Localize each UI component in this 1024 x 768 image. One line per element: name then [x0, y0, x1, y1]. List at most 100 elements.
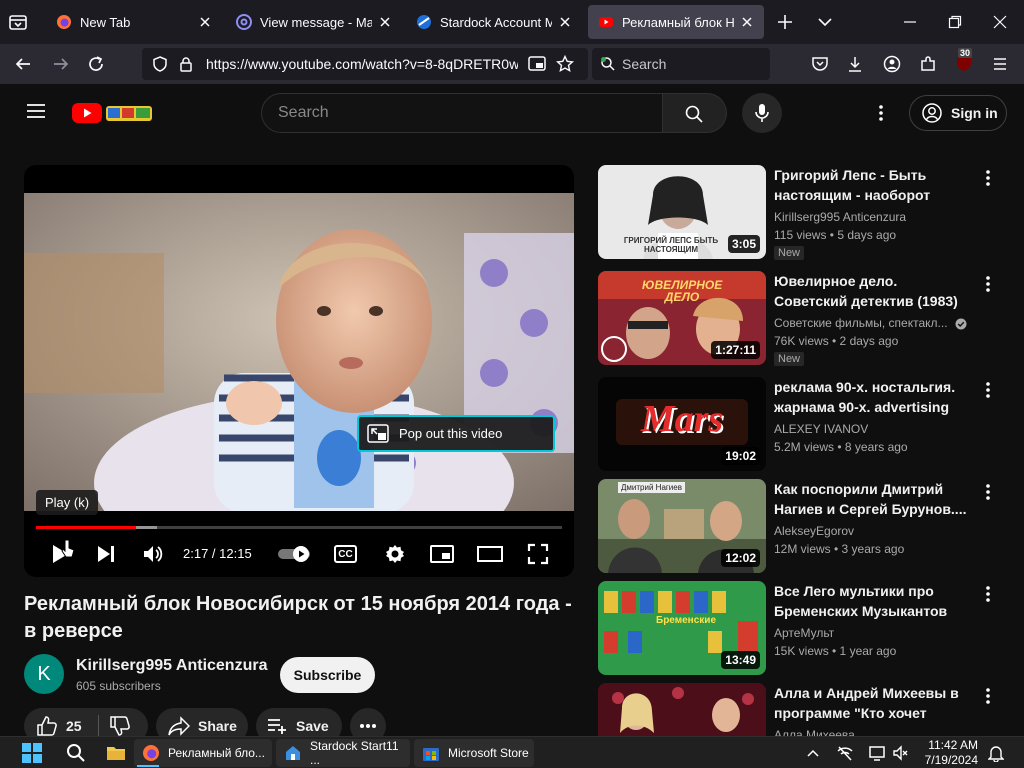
dislike-icon[interactable]	[109, 715, 131, 737]
account-icon[interactable]	[883, 55, 901, 73]
shield-icon[interactable]	[152, 56, 168, 72]
tab-youtube-active[interactable]: Рекламный блок Нов	[588, 5, 764, 39]
restore-icon[interactable]	[947, 14, 963, 30]
ublock-icon[interactable]: 30	[954, 48, 974, 73]
video-player[interactable]: Play (k) Pop out this video 2:17 / 12:15…	[24, 165, 574, 577]
recommendation-item[interactable]: ЮВЕЛИРНОЕ ДЕЛО 1:27:11 Ювелирное дело. С…	[598, 271, 1008, 366]
recommendation-title[interactable]: Ювелирное дело. Советский детектив (1983…	[774, 271, 974, 311]
new-tab-icon[interactable]	[776, 13, 794, 31]
url-bar[interactable]: https://www.youtube.com/watch?v=8-8qDRET…	[142, 48, 588, 80]
progress-bar[interactable]	[36, 526, 562, 529]
youtube-search-button[interactable]	[663, 93, 727, 133]
url-text[interactable]: https://www.youtube.com/watch?v=8-8qDRET…	[206, 56, 518, 72]
close-tab-icon[interactable]	[198, 15, 212, 29]
menu-icon[interactable]	[991, 55, 1009, 73]
video-thumbnail[interactable]: Mars 19:02	[598, 377, 766, 471]
tab-new-tab[interactable]: New Tab	[46, 5, 222, 39]
taskbar-app-store[interactable]: Microsoft Store	[414, 739, 534, 767]
recommendation-item[interactable]: Бременские 13:49 Все Лего мультики про Б…	[598, 581, 1008, 675]
more-vertical-icon[interactable]	[982, 483, 994, 501]
taskbar-search-icon[interactable]	[66, 743, 86, 763]
recommendation-item[interactable]: ГРИГОРИЙ ЛЕПС БЫТЬ НАСТОЯЩИМ 3:05 Григор…	[598, 165, 1008, 260]
settings-gear-icon[interactable]	[384, 543, 406, 565]
recommendation-channel[interactable]: Советские фильмы, спектакл...	[774, 316, 948, 330]
recommendation-item[interactable]: Алла и Андрей Михеевы в программе "Кто х…	[598, 683, 1008, 736]
notification-bell-icon[interactable]	[988, 744, 1004, 762]
share-icon	[168, 716, 190, 736]
file-explorer-icon[interactable]	[106, 743, 126, 763]
browser-search-box[interactable]: Search	[592, 48, 770, 80]
video-thumbnail[interactable]: ЮВЕЛИРНОЕ ДЕЛО 1:27:11	[598, 271, 766, 365]
bookmark-star-icon[interactable]	[556, 55, 574, 73]
more-options-icon[interactable]	[874, 103, 888, 123]
tab-stardock[interactable]: Stardock Account Man	[406, 5, 582, 39]
recommendation-channel[interactable]: АртеМульт	[774, 626, 834, 640]
recommendation-item[interactable]: Mars 19:02 реклама 90-х. ностальгия. жар…	[598, 377, 1008, 471]
channel-avatar[interactable]: K	[24, 654, 64, 694]
picture-in-picture-icon[interactable]	[528, 56, 546, 72]
windows-start-icon[interactable]	[22, 743, 42, 763]
minimize-icon[interactable]	[902, 14, 918, 30]
voice-search-button[interactable]	[742, 93, 782, 133]
recommendation-item[interactable]: Дмитрий Нагиев 12:02 Как поспорили Дмитр…	[598, 479, 1008, 573]
clock-date[interactable]: 7/19/2024	[918, 753, 978, 767]
display-icon[interactable]	[868, 744, 886, 762]
forward-icon[interactable]	[52, 55, 70, 73]
popout-video-button[interactable]: Pop out this video	[357, 415, 555, 452]
list-all-tabs-icon[interactable]	[816, 13, 834, 31]
captions-button[interactable]: CC	[334, 545, 357, 563]
chevron-up-icon[interactable]	[806, 746, 820, 760]
recommendation-title[interactable]: Все Лего мультики про Бременских Музыкан…	[774, 581, 974, 621]
youtube-search-input[interactable]: Search	[261, 93, 663, 133]
channel-name[interactable]: Kirillserg995 Anticenzura	[76, 657, 267, 675]
reload-icon[interactable]	[87, 55, 105, 73]
recommendation-title[interactable]: реклама 90-х. ностальгия. жарнама 90-х. …	[774, 377, 974, 417]
like-count[interactable]: 25	[66, 718, 82, 734]
close-window-icon[interactable]	[992, 14, 1008, 30]
video-thumbnail[interactable]	[598, 683, 766, 736]
theater-mode-icon[interactable]	[477, 546, 503, 562]
sign-in-button[interactable]: Sign in	[909, 95, 1007, 131]
lock-icon[interactable]	[178, 56, 194, 72]
recommendation-channel[interactable]: AlekseyEgorov	[774, 524, 854, 538]
video-thumbnail[interactable]: Бременские 13:49	[598, 581, 766, 675]
more-vertical-icon[interactable]	[982, 585, 994, 603]
like-icon[interactable]	[36, 715, 58, 737]
volume-icon[interactable]	[142, 543, 164, 565]
recommendation-channel[interactable]: Kirillserg995 Anticenzura	[774, 210, 906, 224]
tab-list-icon[interactable]	[8, 12, 28, 32]
recommendation-title[interactable]: Как поспорили Дмитрий Нагиев и Сергей Бу…	[774, 479, 974, 519]
clock-time[interactable]: 11:42 AM	[918, 738, 978, 752]
close-tab-icon[interactable]	[558, 15, 572, 29]
recommendation-title[interactable]: Алла и Андрей Михеевы в программе "Кто х…	[774, 683, 974, 723]
more-vertical-icon[interactable]	[982, 381, 994, 399]
video-frame[interactable]	[24, 193, 574, 511]
more-vertical-icon[interactable]	[982, 687, 994, 705]
youtube-logo[interactable]	[72, 100, 156, 126]
autoplay-toggle[interactable]	[277, 545, 313, 563]
close-tab-icon[interactable]	[378, 15, 392, 29]
next-button[interactable]	[96, 544, 116, 564]
search-engine-icon[interactable]	[600, 56, 616, 72]
fullscreen-icon[interactable]	[527, 543, 549, 565]
tab-mail[interactable]: View message - Mail.tm	[226, 5, 402, 39]
recommendation-channel[interactable]: Алла Михеева	[774, 728, 855, 736]
taskbar-app-firefox[interactable]: Рекламный бло...	[134, 739, 272, 767]
recommendation-title[interactable]: Григорий Лепс - Быть настоящим - наоборо…	[774, 165, 974, 205]
volume-muted-icon[interactable]	[892, 744, 910, 762]
more-vertical-icon[interactable]	[982, 275, 994, 293]
subscribe-button[interactable]: Subscribe	[280, 657, 375, 693]
close-tab-icon[interactable]	[740, 15, 754, 29]
extensions-icon[interactable]	[919, 55, 937, 73]
taskbar-app-stardock[interactable]: Stardock Start11 ...	[276, 739, 410, 767]
downloads-icon[interactable]	[846, 55, 864, 73]
video-thumbnail[interactable]: Дмитрий Нагиев 12:02	[598, 479, 766, 573]
guide-menu-icon[interactable]	[26, 103, 46, 119]
recommendation-channel[interactable]: ALEXEY IVANOV	[774, 422, 868, 436]
pocket-icon[interactable]	[811, 55, 829, 73]
miniplayer-icon[interactable]	[430, 545, 454, 563]
network-offline-icon[interactable]	[836, 744, 854, 762]
more-vertical-icon[interactable]	[982, 169, 994, 187]
video-thumbnail[interactable]: ГРИГОРИЙ ЛЕПС БЫТЬ НАСТОЯЩИМ 3:05	[598, 165, 766, 259]
back-icon[interactable]	[14, 55, 32, 73]
